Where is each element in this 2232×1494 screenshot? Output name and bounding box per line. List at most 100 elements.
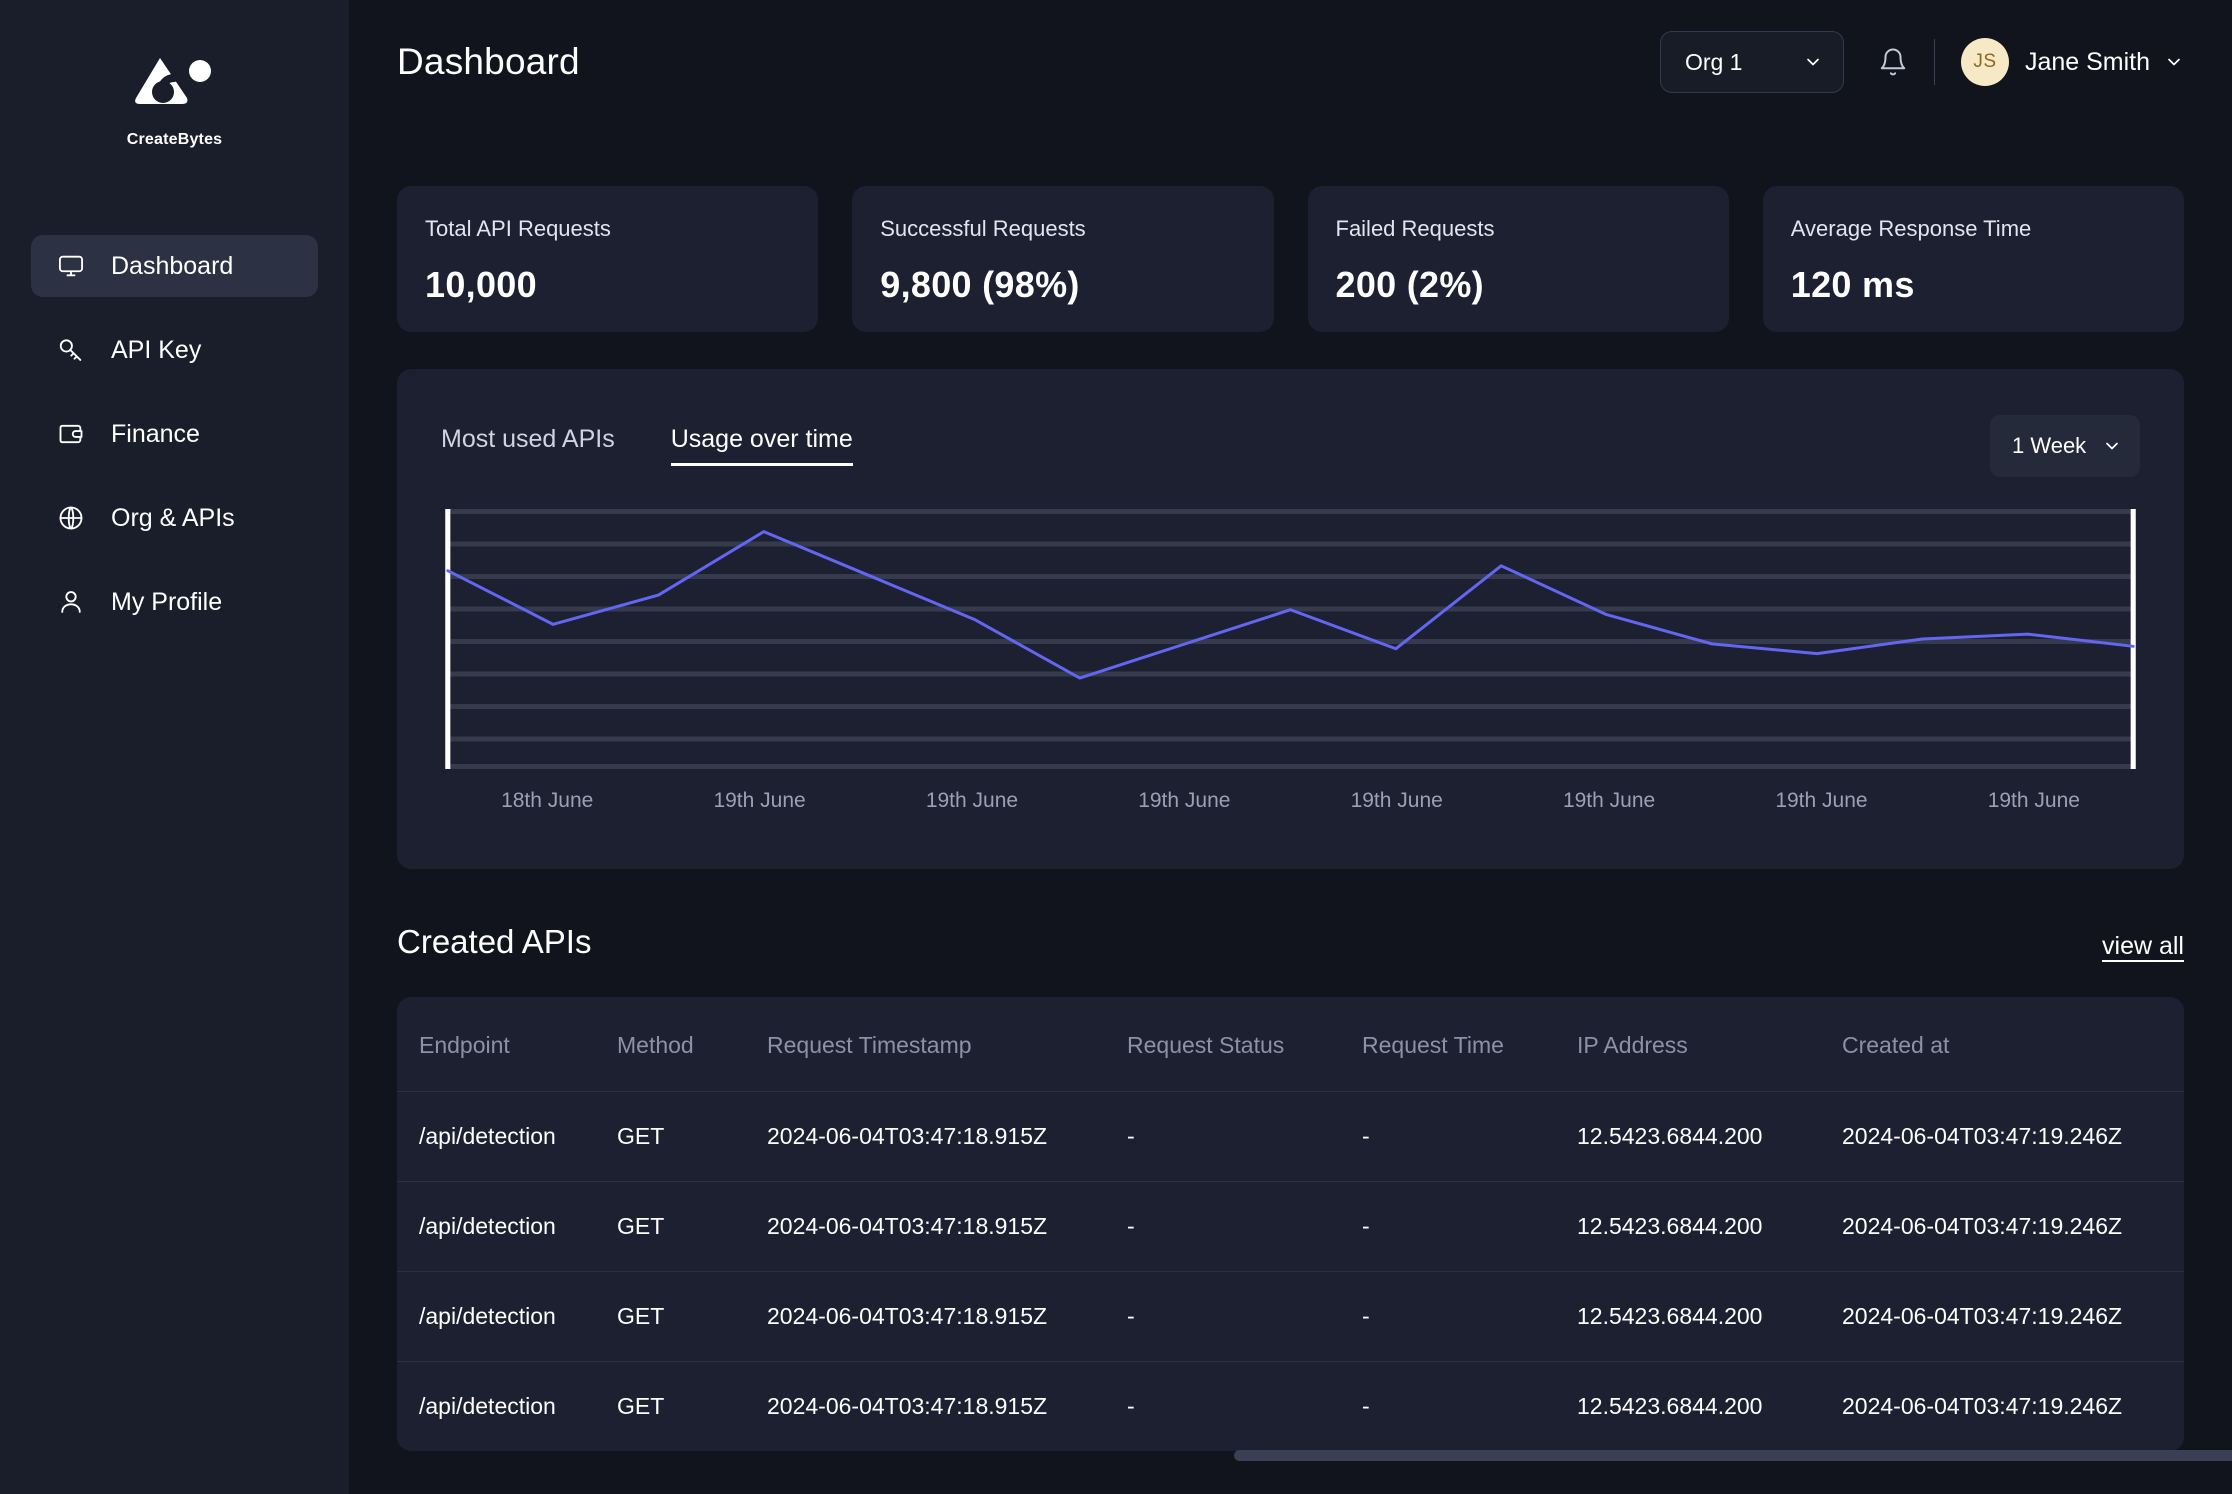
createbytes-logo-icon	[133, 52, 217, 122]
usage-line-chart	[441, 509, 2140, 769]
cell-method: GET	[617, 1181, 767, 1271]
api-requests-table: Endpoint Method Request Timestamp Reques…	[397, 997, 2184, 1451]
table-row[interactable]: /api/detectionGET2024-06-04T03:47:18.915…	[397, 1181, 2184, 1271]
x-axis-label: 19th June	[1715, 789, 1927, 813]
x-axis-label: 19th June	[653, 789, 865, 813]
created-apis-table: Endpoint Method Request Timestamp Reques…	[397, 997, 2184, 1451]
chart-gridline	[448, 509, 2133, 514]
cell-method: GET	[617, 1271, 767, 1361]
vertical-divider	[1934, 39, 1935, 85]
stat-value: 9,800 (98%)	[880, 264, 1245, 306]
tab-usage-over-time[interactable]: Usage over time	[671, 425, 853, 466]
globe-icon	[56, 503, 86, 533]
time-range-value: 1 Week	[2012, 433, 2086, 459]
sidebar-item-dashboard[interactable]: Dashboard	[31, 235, 318, 297]
column-header-endpoint: Endpoint	[397, 997, 617, 1091]
sidebar-item-label: Dashboard	[111, 252, 233, 281]
time-range-select[interactable]: 1 Week	[1990, 415, 2140, 477]
chart-gridline	[448, 542, 2133, 547]
cell-request-time: -	[1362, 1091, 1577, 1181]
stat-label: Failed Requests	[1336, 216, 1701, 242]
avatar[interactable]: JS	[1961, 38, 2009, 86]
top-bar: Dashboard Org 1 JS Jane Smith	[349, 0, 2232, 124]
cell-ip-address: 12.5423.6844.200	[1577, 1091, 1842, 1181]
key-icon	[56, 335, 86, 365]
wallet-icon	[56, 419, 86, 449]
sidebar-nav: Dashboard API Key Finance	[0, 235, 349, 655]
cell-request-timestamp: 2024-06-04T03:47:18.915Z	[767, 1181, 1127, 1271]
org-select[interactable]: Org 1	[1660, 31, 1844, 93]
sidebar-item-label: My Profile	[111, 588, 222, 617]
cell-endpoint: /api/detection	[397, 1091, 617, 1181]
cell-request-status: -	[1127, 1271, 1362, 1361]
stat-value: 10,000	[425, 264, 790, 306]
x-axis-label: 19th June	[1928, 789, 2140, 813]
table-row[interactable]: /api/detectionGET2024-06-04T03:47:18.915…	[397, 1091, 2184, 1181]
table-header-row: Endpoint Method Request Timestamp Reques…	[397, 997, 2184, 1091]
cell-request-status: -	[1127, 1091, 1362, 1181]
x-axis-label: 19th June	[1291, 789, 1503, 813]
org-select-value: Org 1	[1685, 49, 1743, 76]
stat-card-successful-requests: Successful Requests 9,800 (98%)	[852, 186, 1273, 332]
column-header-request-status: Request Status	[1127, 997, 1362, 1091]
stat-card-average-response-time: Average Response Time 120 ms	[1763, 186, 2184, 332]
chart-gridline	[448, 639, 2133, 644]
chart-gridline	[448, 764, 2133, 769]
bell-icon[interactable]	[1878, 47, 1908, 77]
cell-ip-address: 12.5423.6844.200	[1577, 1361, 1842, 1451]
cell-method: GET	[617, 1361, 767, 1451]
brand-name: CreateBytes	[127, 131, 223, 149]
chart-y-axis-right	[2131, 509, 2136, 769]
chevron-down-icon	[1803, 52, 1823, 72]
created-apis-header: Created APIs view all	[349, 923, 2232, 961]
user-icon	[56, 587, 86, 617]
cell-endpoint: /api/detection	[397, 1361, 617, 1451]
table-row[interactable]: /api/detectionGET2024-06-04T03:47:18.915…	[397, 1361, 2184, 1451]
sidebar-item-label: Finance	[111, 420, 200, 449]
stat-label: Average Response Time	[1791, 216, 2156, 242]
horizontal-scrollbar[interactable]	[1234, 1450, 2232, 1461]
sidebar-item-api-key[interactable]: API Key	[31, 319, 318, 381]
stat-label: Total API Requests	[425, 216, 790, 242]
chart-gridline	[448, 672, 2133, 677]
table-row[interactable]: /api/detectionGET2024-06-04T03:47:18.915…	[397, 1271, 2184, 1361]
app-root: CreateBytes Dashboard API Key	[0, 0, 2232, 1494]
chart-canvas	[441, 509, 2140, 769]
cell-ip-address: 12.5423.6844.200	[1577, 1181, 1842, 1271]
sidebar: CreateBytes Dashboard API Key	[0, 0, 349, 1494]
chart-y-axis-left	[445, 509, 450, 769]
table-body: /api/detectionGET2024-06-04T03:47:18.915…	[397, 1091, 2184, 1451]
monitor-icon	[56, 251, 86, 281]
stat-value: 200 (2%)	[1336, 264, 1701, 306]
stats-row: Total API Requests 10,000 Successful Req…	[349, 186, 2232, 332]
x-axis-label: 19th June	[866, 789, 1078, 813]
chart-tabs: Most used APIs Usage over time	[441, 425, 853, 466]
sidebar-item-label: Org & APIs	[111, 504, 235, 533]
stat-label: Successful Requests	[880, 216, 1245, 242]
sidebar-item-label: API Key	[111, 336, 201, 365]
user-name: Jane Smith	[2025, 48, 2150, 77]
column-header-request-timestamp: Request Timestamp	[767, 997, 1127, 1091]
cell-request-timestamp: 2024-06-04T03:47:18.915Z	[767, 1091, 1127, 1181]
column-header-method: Method	[617, 997, 767, 1091]
view-all-link[interactable]: view all	[2102, 932, 2184, 961]
cell-created-at: 2024-06-04T03:47:19.246Z	[1842, 1271, 2184, 1361]
brand-logo[interactable]: CreateBytes	[127, 52, 223, 149]
cell-created-at: 2024-06-04T03:47:19.246Z	[1842, 1181, 2184, 1271]
tab-most-used-apis[interactable]: Most used APIs	[441, 425, 615, 466]
x-axis-label: 19th June	[1503, 789, 1715, 813]
user-menu-chevron-down-icon[interactable]	[2164, 52, 2184, 72]
usage-chart-panel: Most used APIs Usage over time 1 Week 18…	[397, 369, 2184, 869]
chart-line-series	[448, 532, 2133, 678]
cell-method: GET	[617, 1091, 767, 1181]
sidebar-item-org-apis[interactable]: Org & APIs	[31, 487, 318, 549]
column-header-ip-address: IP Address	[1577, 997, 1842, 1091]
sidebar-item-my-profile[interactable]: My Profile	[31, 571, 318, 633]
column-header-request-time: Request Time	[1362, 997, 1577, 1091]
chart-header: Most used APIs Usage over time 1 Week	[441, 425, 2140, 477]
cell-endpoint: /api/detection	[397, 1271, 617, 1361]
sidebar-item-finance[interactable]: Finance	[31, 403, 318, 465]
cell-request-time: -	[1362, 1181, 1577, 1271]
x-axis-label: 18th June	[441, 789, 653, 813]
stat-value: 120 ms	[1791, 264, 2156, 306]
